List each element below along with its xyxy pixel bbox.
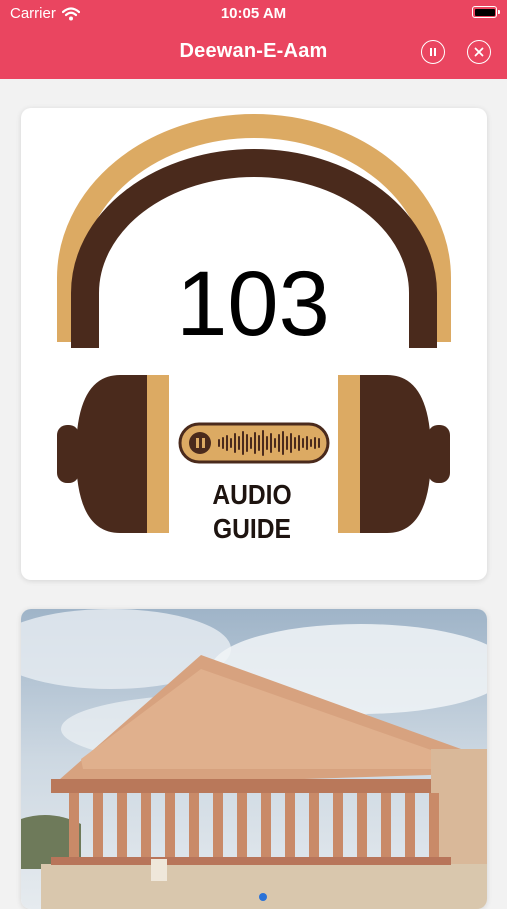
waveform-bar [178, 422, 330, 464]
guide-label-audio: AUDIO [212, 479, 291, 511]
play-pause-icon [189, 432, 211, 454]
pause-button[interactable] [421, 40, 445, 64]
left-earcup-pad [147, 375, 169, 533]
left-earcup [76, 375, 147, 533]
battery-icon [472, 6, 500, 18]
app-header: Carrier 10:05 AM Deewan-E-Aam [0, 0, 507, 79]
monument-photo [21, 609, 487, 909]
right-earcup [360, 375, 431, 533]
close-button[interactable] [467, 40, 491, 64]
status-time: 10:05 AM [220, 5, 287, 22]
right-earcup-pad [338, 375, 360, 533]
guide-label-guide: GUIDE [213, 513, 291, 545]
guide-number: 103 [176, 253, 330, 355]
audio-guide-logo: 103 AUDIO GUIDE [57, 114, 451, 545]
close-icon [474, 47, 484, 57]
pause-icon [430, 48, 436, 56]
audio-guide-card[interactable]: 103 AUDIO GUIDE [21, 108, 487, 580]
monument-photo-card[interactable] [21, 609, 487, 909]
